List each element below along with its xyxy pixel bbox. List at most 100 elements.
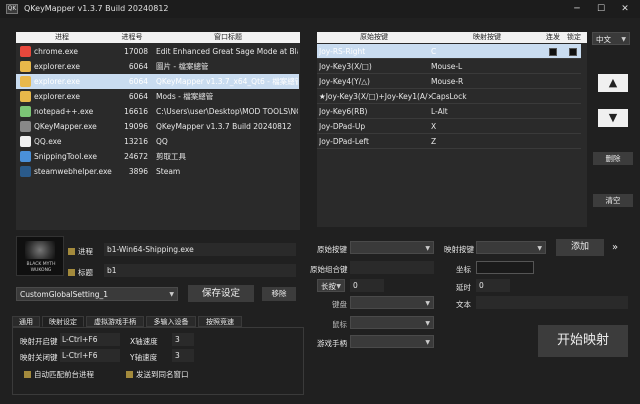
long-press-label: 长按: [321, 282, 336, 291]
process-row[interactable]: explorer.exe 6064 Mods - 檔案總管: [16, 89, 299, 104]
tab-0[interactable]: 通用: [12, 316, 40, 327]
start-key-field[interactable]: L-Ctrl+F6: [60, 333, 120, 346]
close-button[interactable]: ✕: [614, 0, 636, 18]
window-title-field[interactable]: b1: [104, 264, 296, 277]
original-key-label: 原始按键: [317, 245, 347, 254]
coordinate-label: 坐标: [456, 265, 471, 274]
process-row[interactable]: steamwebhelper.exe 3896 Steam: [16, 164, 299, 179]
move-up-button[interactable]: ▲: [598, 74, 628, 92]
game-logo-text: BLACK MYTH WUKONG: [26, 262, 56, 273]
mapping-row[interactable]: Joy-Key6(RB) L-Alt: [317, 104, 581, 119]
process-row[interactable]: SnippingTool.exe 24672 剪取工具: [16, 149, 299, 164]
process-table[interactable]: 进程 进程号 窗口标题 chrome.exe 17008 Edit Enhanced…: [16, 32, 300, 230]
window-title-header[interactable]: 窗口标题: [156, 32, 300, 43]
process-pid: 24672: [124, 152, 148, 161]
tab-4[interactable]: 按照竞速: [198, 316, 242, 327]
keyboard-label: 键盘: [332, 300, 347, 309]
tab-2[interactable]: 虚拟游戏手柄: [86, 316, 144, 327]
chevron-down-icon: ▼: [537, 245, 542, 252]
language-select[interactable]: 中文 ▼: [592, 32, 630, 45]
process-icon: [20, 61, 31, 72]
delay-spinbox[interactable]: 0: [476, 279, 510, 292]
mapping-table[interactable]: 原始按键 映射按键 连发 锁定 Joy-RS-Right C Joy-Key3(X/…: [317, 32, 587, 227]
stop-key-field[interactable]: L-Ctrl+F6: [60, 349, 120, 362]
original-key-select[interactable]: ▼: [350, 241, 434, 254]
process-window-title: 剪取工具: [156, 152, 186, 161]
more-options-button[interactable]: »: [612, 242, 618, 253]
process-pid: 13216: [124, 137, 148, 146]
mapping-row[interactable]: Joy-DPad-Left Z: [317, 134, 581, 149]
maximize-button[interactable]: ☐: [590, 0, 612, 18]
move-down-button[interactable]: ▼: [598, 109, 628, 127]
process-row[interactable]: explorer.exe 6064 QKeyMapper v1.3.7_x64_Qt…: [16, 74, 299, 89]
mouse-select[interactable]: ▼: [350, 316, 434, 329]
process-header[interactable]: 进程: [16, 32, 108, 43]
minimize-button[interactable]: ─: [566, 0, 588, 18]
lock-header[interactable]: 锁定: [563, 32, 585, 43]
text-field[interactable]: [476, 296, 628, 309]
keyboard-select[interactable]: ▼: [350, 296, 434, 309]
send-to-window-checkbox[interactable]: [126, 371, 133, 378]
process-row[interactable]: notepad++.exe 16616 C:\Users\user\Desktop\…: [16, 104, 299, 119]
process-row[interactable]: chrome.exe 17008 Edit Enhanced Great Sage …: [16, 44, 299, 59]
tab-1[interactable]: 映射设定: [42, 316, 84, 327]
process-name: notepad++.exe: [34, 107, 94, 116]
original-combo-field[interactable]: [350, 261, 434, 274]
window-title: QKeyMapper v1.3.7 Build 20240812: [24, 4, 169, 13]
mapped-key-header[interactable]: 映射按键: [431, 32, 543, 43]
coordinate-field[interactable]: [476, 261, 534, 274]
gamepad-select[interactable]: ▼: [350, 335, 434, 348]
process-name-field[interactable]: b1-Win64-Shipping.exe: [104, 243, 296, 256]
language-value: 中文: [596, 35, 611, 44]
chevron-down-icon: ▼: [336, 283, 341, 290]
delete-button[interactable]: 删除: [593, 152, 633, 165]
title-label: 标题: [78, 268, 93, 277]
mapping-original-key: Joy-Key6(RB): [319, 107, 368, 116]
remove-setting-button[interactable]: 移除: [262, 287, 296, 301]
process-name: explorer.exe: [34, 92, 80, 101]
burst-checkbox[interactable]: [549, 48, 557, 56]
start-mapping-button[interactable]: 开始映射: [538, 325, 628, 357]
mapping-mapped-key: CapsLock: [431, 92, 467, 101]
app-logo-icon: QK: [6, 4, 18, 14]
title-bar: QK QKeyMapper v1.3.7 Build 20240812 ─ ☐ …: [0, 0, 640, 18]
process-window-title: QKeyMapper v1.3.7 Build 20240812: [156, 122, 292, 131]
process-pid: 19096: [124, 122, 148, 131]
x-speed-spinbox[interactable]: 3: [172, 333, 194, 346]
add-mapping-button[interactable]: 添加: [556, 239, 604, 256]
stop-key-label: 映射关闭键: [20, 353, 58, 362]
title-checkbox[interactable]: [68, 269, 75, 276]
burst-header[interactable]: 连发: [543, 32, 563, 43]
process-checkbox[interactable]: [68, 248, 75, 255]
mapping-row[interactable]: ★Joy-Key3(X/□)+Joy-Key1(A/×) CapsLock: [317, 89, 581, 104]
mapping-row[interactable]: Joy-Key3(X/□) Mouse-L: [317, 59, 581, 74]
mapping-row[interactable]: Joy-Key4(Y/△) Mouse-R: [317, 74, 581, 89]
pid-header[interactable]: 进程号: [108, 32, 156, 43]
setting-select[interactable]: CustomGlobalSetting_1 ▼: [16, 287, 178, 301]
long-press-select[interactable]: 长按 ▼: [317, 279, 345, 292]
process-window-title: QKeyMapper v1.3.7_x64_Qt6 - 檔案總管: [156, 77, 298, 86]
y-speed-spinbox[interactable]: 3: [172, 349, 194, 362]
process-window-title: QQ: [156, 137, 168, 146]
process-name: explorer.exe: [34, 77, 80, 86]
process-pid: 6064: [128, 92, 148, 101]
process-icon: [20, 151, 31, 162]
clear-button[interactable]: 清空: [593, 194, 633, 207]
process-row[interactable]: explorer.exe 6064 圖片 - 檔案總管: [16, 59, 299, 74]
mapping-row[interactable]: Joy-RS-Right C: [317, 44, 581, 59]
process-row[interactable]: QQ.exe 13216 QQ: [16, 134, 299, 149]
long-press-spinbox[interactable]: 0: [350, 279, 384, 292]
tab-3[interactable]: 多输入设备: [146, 316, 196, 327]
save-settings-button[interactable]: 保存设定: [188, 285, 254, 302]
auto-match-checkbox[interactable]: [24, 371, 31, 378]
process-row[interactable]: QKeyMapper.exe 19096 QKeyMapper v1.3.7 Bui…: [16, 119, 299, 134]
process-pid: 6064: [128, 77, 148, 86]
mapping-original-key: ★Joy-Key3(X/□)+Joy-Key1(A/×): [319, 92, 431, 101]
mapping-row[interactable]: Joy-DPad-Up X: [317, 119, 581, 134]
process-icon-image: BLACK MYTH WUKONG: [16, 236, 64, 276]
process-icon: [20, 106, 31, 117]
lock-checkbox[interactable]: [569, 48, 577, 56]
process-window-title: 圖片 - 檔案總管: [156, 62, 209, 71]
mapped-key-select[interactable]: ▼: [476, 241, 546, 254]
original-key-header[interactable]: 原始按键: [317, 32, 431, 43]
